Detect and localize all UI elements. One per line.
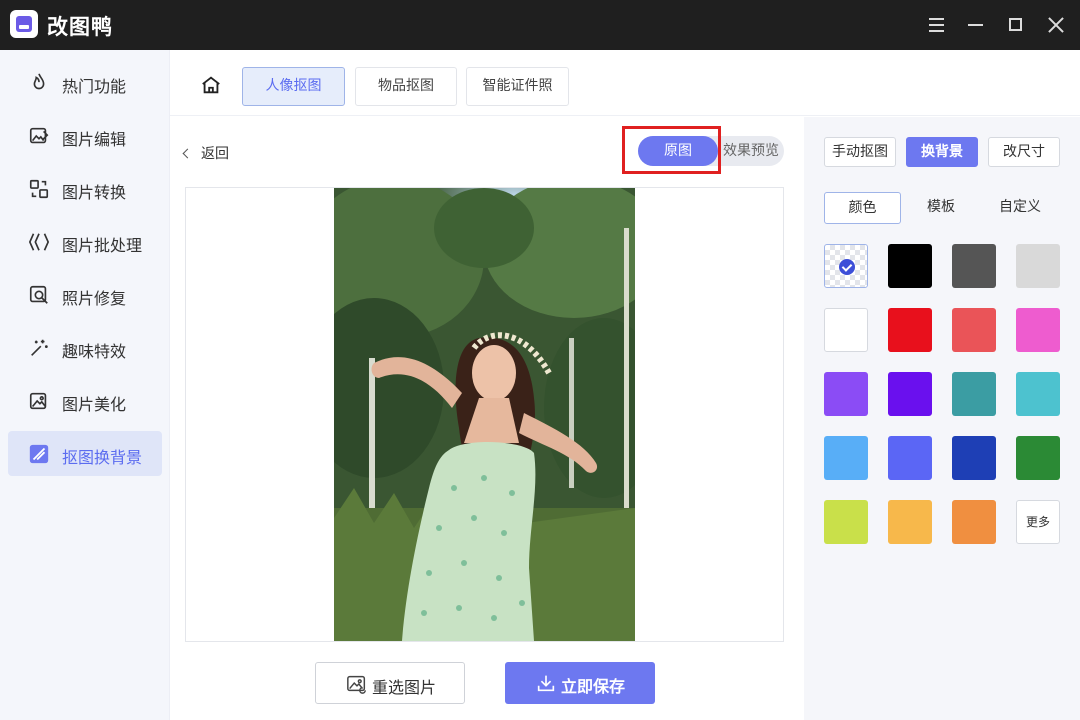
image-canvas — [185, 187, 784, 642]
image-beautify-icon — [29, 392, 47, 410]
sidebar-item-cutout[interactable]: 抠图换背景 — [8, 431, 162, 476]
sidebar-item-label: 图片美化 — [62, 395, 127, 414]
manual-cutout-button[interactable]: 手动抠图 — [824, 137, 896, 167]
menu-icon[interactable] — [926, 14, 948, 36]
more-colors-button[interactable]: 更多 — [1016, 500, 1060, 544]
flame-icon — [33, 73, 45, 90]
color-swatch[interactable] — [1016, 244, 1060, 288]
color-swatch[interactable] — [824, 308, 868, 352]
reselect-label: 重选图片 — [372, 678, 437, 697]
batch-icon — [28, 233, 50, 251]
app-title: 改图鸭 — [47, 15, 113, 39]
color-swatch[interactable] — [1016, 308, 1060, 352]
color-swatch[interactable] — [888, 244, 932, 288]
tab-custom[interactable]: 自定义 — [984, 192, 1056, 224]
tab-portrait-cutout[interactable]: 人像抠图 — [242, 67, 345, 106]
reselect-image-button[interactable]: 重选图片 — [315, 662, 465, 704]
magic-wand-icon — [31, 339, 48, 356]
image-edit-icon — [29, 127, 49, 144]
sidebar-item-batch[interactable]: 图片批处理 — [8, 219, 162, 264]
download-icon — [537, 675, 555, 692]
color-swatch[interactable] — [888, 436, 932, 480]
color-swatch[interactable] — [888, 500, 932, 544]
minimize-icon[interactable] — [965, 14, 987, 36]
title-bar: 改图鸭 — [0, 0, 1080, 50]
chevron-left-icon — [182, 148, 193, 159]
sidebar-item-image-edit[interactable]: 图片编辑 — [8, 113, 162, 158]
tab-template[interactable]: 模板 — [904, 192, 978, 224]
color-swatch[interactable] — [952, 372, 996, 416]
color-swatch[interactable] — [888, 308, 932, 352]
home-icon[interactable] — [200, 74, 222, 96]
tab-object-cutout[interactable]: 物品抠图 — [355, 67, 457, 106]
color-swatch[interactable] — [1016, 372, 1060, 416]
app-logo-icon — [10, 10, 38, 38]
tab-bar: 人像抠图 物品抠图 智能证件照 — [170, 50, 1080, 116]
maximize-icon[interactable] — [1005, 14, 1027, 36]
color-swatch[interactable] — [952, 244, 996, 288]
highlight-annotation — [622, 126, 721, 174]
color-swatch[interactable] — [1016, 436, 1060, 480]
convert-icon — [29, 179, 49, 199]
color-swatch[interactable] — [824, 436, 868, 480]
background-panel: 手动抠图 换背景 改尺寸 颜色 模板 自定义 更多 — [804, 117, 1080, 720]
resize-button[interactable]: 改尺寸 — [988, 137, 1060, 167]
sidebar-item-label: 热门功能 — [62, 77, 127, 96]
photo-repair-icon — [29, 285, 48, 304]
tab-color[interactable]: 颜色 — [824, 192, 901, 224]
sidebar-item-label: 图片批处理 — [62, 236, 143, 255]
tab-id-photo[interactable]: 智能证件照 — [466, 67, 569, 106]
sidebar-item-label: 图片编辑 — [62, 130, 127, 149]
image-replace-icon — [347, 675, 366, 694]
photo-illustration — [334, 188, 635, 641]
sidebar-item-beautify[interactable]: 图片美化 — [8, 378, 162, 423]
sidebar-item-label: 照片修复 — [62, 289, 127, 308]
color-swatch[interactable] — [824, 372, 868, 416]
editor-main: 返回 原图 效果预览 重选图片 立即保存 — [170, 117, 804, 720]
sidebar-item-label: 抠图换背景 — [62, 448, 143, 467]
check-icon — [839, 259, 855, 275]
sidebar-item-label: 图片转换 — [62, 183, 127, 202]
color-swatch[interactable] — [952, 436, 996, 480]
sidebar-item-hot[interactable]: 热门功能 — [8, 60, 162, 105]
transparent-swatch[interactable] — [824, 244, 868, 288]
cutout-icon — [29, 444, 49, 464]
color-swatch[interactable] — [888, 372, 932, 416]
save-label: 立即保存 — [561, 677, 626, 696]
save-button[interactable]: 立即保存 — [505, 662, 655, 704]
color-swatch[interactable] — [952, 500, 996, 544]
sidebar-item-label: 趣味特效 — [62, 342, 127, 361]
portrait-photo — [334, 188, 635, 641]
color-swatch[interactable] — [824, 500, 868, 544]
sidebar-item-convert[interactable]: 图片转换 — [8, 166, 162, 211]
back-label: 返回 — [201, 146, 229, 162]
preview-toggle-button[interactable]: 效果预览 — [718, 136, 784, 166]
close-icon[interactable] — [1045, 14, 1067, 36]
change-background-button[interactable]: 换背景 — [906, 137, 978, 167]
sidebar-item-photo-repair[interactable]: 照片修复 — [8, 272, 162, 317]
color-swatch[interactable] — [952, 308, 996, 352]
sidebar-item-fun-effects[interactable]: 趣味特效 — [8, 325, 162, 370]
sidebar: 热门功能 图片编辑 图片转换 图片批处理 照片修复 趣味特效 图片美化 抠图换背… — [0, 50, 170, 720]
back-button[interactable]: 返回 — [182, 143, 229, 163]
